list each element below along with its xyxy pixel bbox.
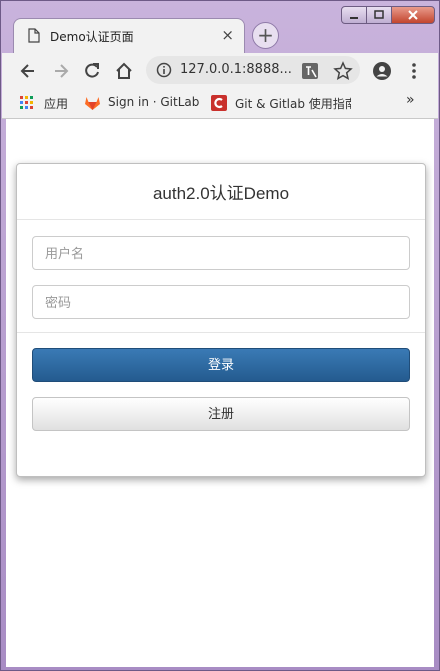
new-tab-button[interactable]: + — [252, 22, 279, 49]
minimize-icon — [350, 17, 358, 19]
tab-close-icon[interactable]: × — [221, 26, 234, 44]
back-arrow-icon[interactable] — [18, 61, 38, 81]
url-text: 127.0.0.1:8888... — [180, 62, 292, 77]
bookmark-label: Sign in · GitLab — [108, 95, 200, 109]
login-panel: auth2.0认证Demo 登录 注册 — [16, 163, 426, 477]
close-icon — [408, 10, 418, 20]
apps-grid-icon — [20, 96, 33, 109]
info-icon[interactable] — [156, 62, 172, 78]
minimize-button[interactable] — [341, 6, 367, 24]
bookmark-git-guide[interactable]: Git & Gitlab 使用指南 — [211, 94, 351, 112]
reload-icon[interactable] — [82, 61, 102, 81]
tab-title: Demo认证页面 — [50, 30, 134, 44]
site-c-icon — [211, 95, 227, 111]
more-menu-icon[interactable] — [404, 61, 424, 81]
home-icon[interactable] — [114, 61, 134, 81]
page-icon — [28, 28, 40, 43]
bookmark-star-icon[interactable] — [333, 61, 353, 81]
bookmarks-overflow-button[interactable]: » — [406, 92, 415, 110]
panel-footer: 登录 注册 — [17, 333, 425, 431]
bookmarks-bar: 应用 Sign in · GitLab Git & Gitlab 使用指南 » — [2, 88, 438, 119]
browser-tab[interactable]: Demo认证页面 × — [13, 18, 245, 53]
password-input[interactable] — [32, 285, 410, 319]
maximize-button[interactable] — [366, 6, 392, 24]
gitlab-icon — [85, 97, 100, 110]
bookmark-label: 应用 — [44, 97, 69, 111]
forward-arrow-icon[interactable] — [51, 61, 71, 81]
register-button[interactable]: 注册 — [32, 397, 410, 431]
login-button[interactable]: 登录 — [32, 348, 410, 382]
window-controls — [341, 6, 435, 26]
page-title: auth2.0认证Demo — [152, 184, 290, 203]
browser-window: Demo认证页面 × + 127.0.0.1:8888... 应用 Sign i… — [0, 0, 440, 671]
page-content: auth2.0认证Demo 登录 注册 — [6, 119, 434, 667]
translate-icon[interactable] — [300, 61, 320, 81]
browser-toolbar: 127.0.0.1:8888... — [2, 53, 438, 88]
maximize-icon — [374, 10, 384, 19]
account-icon[interactable] — [372, 61, 392, 81]
close-window-button[interactable] — [391, 6, 435, 24]
address-bar[interactable]: 127.0.0.1:8888... — [146, 56, 360, 84]
username-input[interactable] — [32, 236, 410, 270]
panel-header: auth2.0认证Demo — [17, 164, 425, 220]
bookmark-label: Git & Gitlab 使用指南 — [235, 97, 351, 111]
title-bar: Demo认证页面 × + — [1, 1, 439, 53]
panel-body — [17, 220, 425, 333]
